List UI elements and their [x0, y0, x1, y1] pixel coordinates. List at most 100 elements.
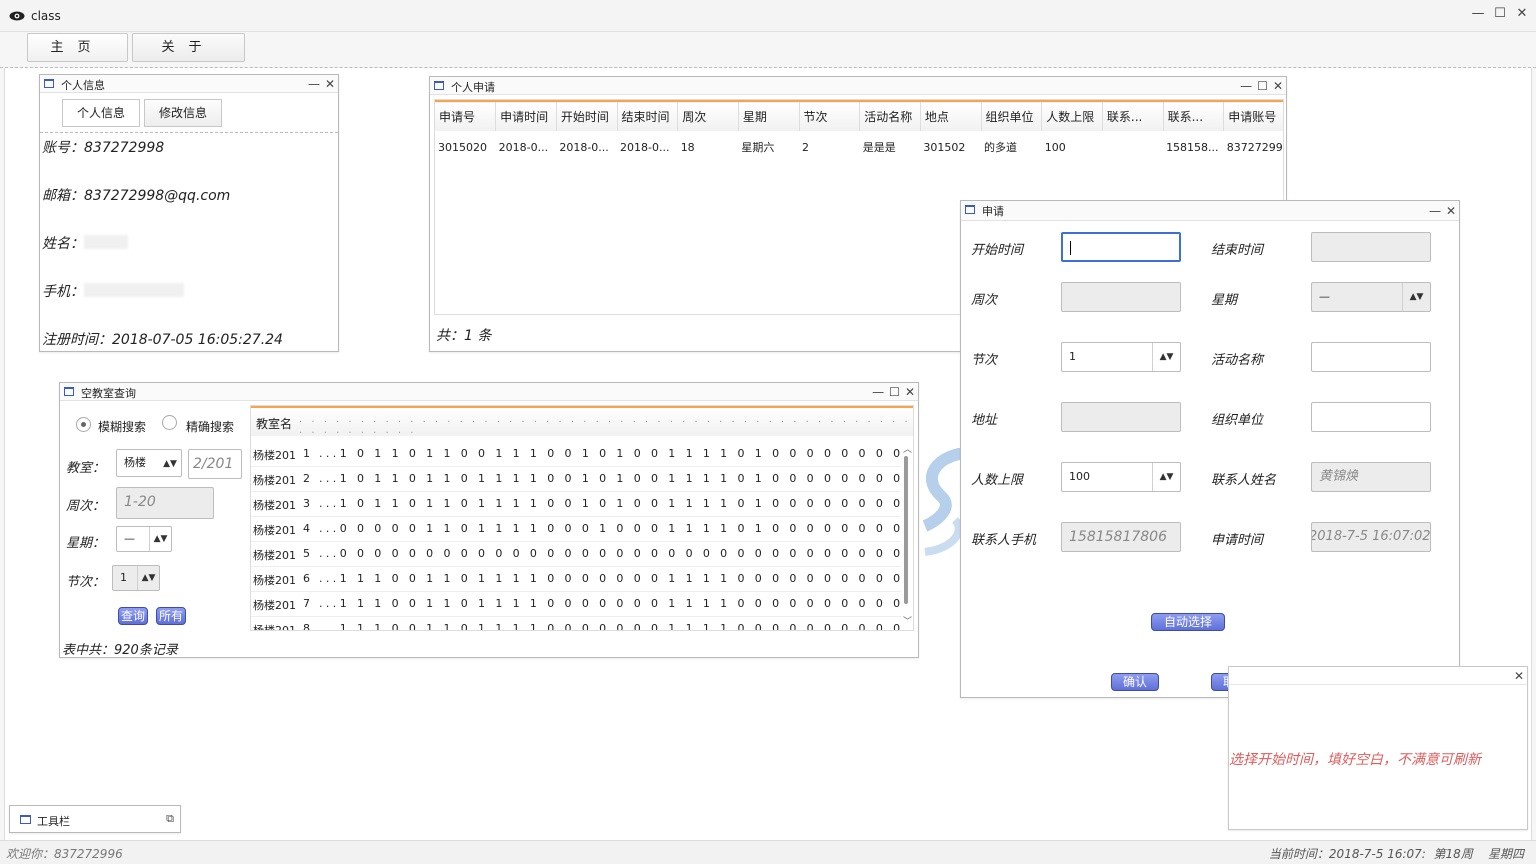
section-value: 1: [1069, 350, 1076, 363]
minimize-icon[interactable]: —: [872, 383, 884, 401]
window-title: 空教室查询: [81, 387, 136, 400]
section-spinner[interactable]: 1 ▲▼: [112, 565, 160, 591]
redacted-mask: [84, 235, 128, 249]
column-header[interactable]: 联系...: [1163, 101, 1225, 131]
tab-edit-info[interactable]: 修改信息: [144, 99, 222, 127]
close-icon[interactable]: ✕: [905, 383, 915, 401]
table-row[interactable]: 杨楼201 5 ...0 0 0 0 0 0 0 0 0 0 0 0 0 0 0 0…: [251, 542, 901, 567]
hint-text: 选择开始时间，填好空白，不满意可刷新: [1229, 752, 1481, 768]
weekday-select[interactable]: — ▲▼: [116, 526, 172, 552]
minimize-icon[interactable]: —: [308, 75, 320, 93]
section-label: 节次：: [66, 575, 106, 590]
exact-search-radio[interactable]: [162, 415, 177, 430]
maximize-icon[interactable]: ☐: [889, 383, 900, 401]
tab-personal-info[interactable]: 个人信息: [62, 99, 140, 127]
table-row[interactable]: 杨楼201 2 ...1 0 1 1 0 1 1 0 1 1 1 1 0 0 1 0…: [251, 467, 901, 492]
app-titlebar: class — ☐ ✕: [0, 0, 1536, 32]
address-input[interactable]: [1061, 402, 1181, 432]
start-time-input[interactable]: [1061, 232, 1181, 262]
column-header[interactable]: 地点: [920, 101, 982, 131]
weekday-select[interactable]: — ▲▼: [1311, 282, 1431, 312]
close-icon[interactable]: ✕: [1273, 77, 1283, 95]
column-header[interactable]: 星期: [738, 101, 800, 131]
apply-time-input[interactable]: 2018-7-5 16:07:02: [1311, 522, 1431, 552]
contact-name-input[interactable]: 黄锦焕: [1311, 462, 1431, 492]
week-input[interactable]: [1061, 282, 1181, 312]
contact-phone-input[interactable]: 15815817806: [1061, 522, 1181, 552]
header-ellipsis: . . . . . . . . . . . . . . . . . . . . …: [299, 414, 911, 436]
tab-about[interactable]: 关于: [132, 33, 245, 62]
auto-select-button[interactable]: 自动选择: [1151, 613, 1225, 631]
exact-search-label: 精确搜索: [186, 420, 235, 434]
room-index-cell: 7: [303, 597, 310, 610]
scroll-down-icon[interactable]: ﹀: [903, 614, 912, 627]
building-select[interactable]: 杨楼 ▲▼: [116, 449, 182, 477]
close-button[interactable]: ✕: [1514, 6, 1530, 22]
column-header[interactable]: 结束时间: [617, 101, 679, 131]
room-index-cell: 2: [303, 472, 310, 485]
table-cell: 3015020: [438, 140, 487, 154]
table-row[interactable]: 3015020 2018-0... 2018-0... 2018-0... 18…: [435, 131, 1283, 163]
table-row[interactable]: 杨楼201 3 ...1 0 1 1 0 1 1 0 1 1 1 1 0 0 1 0…: [251, 492, 901, 517]
maximize-button[interactable]: ☐: [1492, 6, 1508, 22]
table-cell: 2018-0...: [620, 140, 670, 154]
room-index-cell: 3: [303, 497, 310, 510]
table-cell: 星期六: [741, 141, 775, 154]
end-time-input[interactable]: [1311, 232, 1431, 262]
tab-home[interactable]: 主页: [27, 33, 128, 62]
vertical-scrollbar[interactable]: ︿ ﹀: [901, 442, 912, 630]
section-spinner[interactable]: 1 ▲▼: [1061, 342, 1181, 372]
column-header[interactable]: 申请号: [435, 101, 497, 131]
close-icon[interactable]: ✕: [1446, 201, 1456, 221]
activity-input[interactable]: [1311, 342, 1431, 372]
confirm-button[interactable]: 确认: [1111, 673, 1159, 691]
room-index-cell: 6: [303, 572, 310, 585]
window-title: 申请: [982, 205, 1004, 218]
column-header[interactable]: 人数上限: [1041, 101, 1103, 131]
column-header[interactable]: 联系...: [1102, 101, 1164, 131]
toolbar-window[interactable]: 工具栏 ⧉: [9, 805, 181, 833]
table-row[interactable]: 杨楼201 7 ...1 1 1 0 0 1 1 0 1 1 1 1 0 0 0 0…: [251, 592, 901, 617]
personal-info-window: 个人信息 — ✕ 个人信息 修改信息 账号：837272998 邮箱：837272…: [39, 74, 339, 352]
table-row[interactable]: 杨楼201 8 ...1 1 1 0 0 1 1 0 1 1 1 1 0 0 0 0…: [251, 617, 901, 630]
section-value: 1: [120, 571, 127, 584]
scroll-up-icon[interactable]: ︿: [903, 442, 912, 455]
room-query-window: 空教室查询 — ☐ ✕ 模糊搜索 精确搜索 教室： 杨楼 ▲▼ 2/201 周次： …: [59, 382, 919, 658]
column-header[interactable]: 周次: [677, 101, 739, 131]
availability-cells: ...1 0 1 1 0 1 1 0 1 1 1 1 0 0 1 0 1 0 0…: [319, 497, 901, 510]
week-input[interactable]: 1-20: [116, 487, 214, 519]
column-header[interactable]: 申请时间: [495, 101, 557, 131]
table-row[interactable]: 杨楼201 6 ...1 1 1 0 0 1 1 0 1 1 1 1 0 0 0 0…: [251, 567, 901, 592]
room-name-cell: 杨楼201: [253, 549, 296, 562]
org-input[interactable]: [1311, 402, 1431, 432]
close-icon[interactable]: ✕: [1514, 667, 1524, 685]
room-input[interactable]: 2/201: [188, 449, 242, 479]
scrollbar-thumb[interactable]: [904, 456, 908, 604]
maximize-icon[interactable]: ☐: [1257, 77, 1268, 95]
table-row[interactable]: 杨楼201 1 ...1 0 1 1 0 1 1 0 0 1 1 1 0 0 1 0…: [251, 442, 901, 467]
table-cell: 100: [1044, 140, 1066, 154]
building-value: 杨楼: [124, 456, 146, 469]
all-button[interactable]: 所有: [156, 607, 186, 625]
column-header[interactable]: 节次: [799, 101, 861, 131]
minimize-icon[interactable]: —: [1240, 77, 1252, 95]
table-row[interactable]: 杨楼201 4 ...0 0 0 0 0 1 1 0 1 1 1 1 0 0 0 1…: [251, 517, 901, 542]
column-header[interactable]: 申请账号: [1223, 101, 1283, 131]
column-header[interactable]: 活动名称: [859, 101, 921, 131]
column-header[interactable]: 教室名: [256, 415, 292, 432]
minimize-icon[interactable]: —: [1429, 201, 1441, 221]
fuzzy-search-radio[interactable]: [76, 417, 91, 432]
end-time-label: 结束时间: [1211, 243, 1264, 258]
week-label: 周次: [971, 293, 998, 308]
close-icon[interactable]: ✕: [325, 75, 335, 93]
activity-label: 活动名称: [1211, 353, 1264, 368]
minimize-button[interactable]: —: [1470, 6, 1486, 22]
column-header[interactable]: 开始时间: [556, 101, 618, 131]
max-people-spinner[interactable]: 100 ▲▼: [1061, 462, 1181, 492]
restore-icon[interactable]: ⧉: [166, 812, 174, 826]
query-button[interactable]: 查询: [118, 607, 148, 625]
redacted-mask: [84, 283, 184, 297]
weekday-label: 星期：: [66, 536, 106, 551]
column-header[interactable]: 组织单位: [981, 101, 1043, 131]
table-cell: 18: [680, 140, 695, 154]
